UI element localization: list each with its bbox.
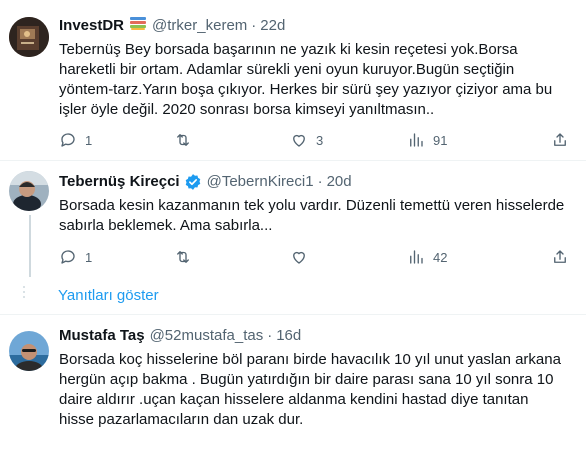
author-name[interactable]: Tebernüş Kireçci bbox=[59, 172, 180, 192]
author-name[interactable]: InvestDR bbox=[59, 16, 124, 36]
like-count: 3 bbox=[316, 132, 324, 148]
like-button[interactable] bbox=[290, 247, 316, 267]
share-icon bbox=[554, 250, 566, 263]
text-line: daire aldırır .uçan kaçan hisselere alda… bbox=[59, 391, 529, 408]
share-button[interactable] bbox=[551, 130, 569, 150]
reply-icon bbox=[61, 133, 75, 147]
text-line: sabırla beklemek. Ama sabırla... bbox=[59, 217, 273, 234]
tweet-header: InvestDR @trker_kerem · 22d bbox=[59, 14, 285, 38]
tweet-header: Mustafa Taş @52mustafa_tas · 16d bbox=[59, 326, 301, 346]
like-button[interactable]: 3 bbox=[290, 130, 323, 150]
author-name[interactable]: Mustafa Taş bbox=[59, 326, 145, 346]
tweet-3[interactable]: Mustafa Taş @52mustafa_tas · 16d Borsada… bbox=[0, 315, 586, 476]
retweet-button[interactable] bbox=[174, 247, 200, 267]
tweet-text: Borsada kesin kazanmanın tek yolu vardır… bbox=[59, 196, 564, 236]
author-handle[interactable]: @trker_kerem bbox=[152, 16, 247, 36]
thread-continuation-dots bbox=[23, 286, 25, 298]
share-button[interactable] bbox=[551, 247, 569, 267]
tweet-time[interactable]: 22d bbox=[260, 16, 285, 36]
text-line: işler öyle değil. 2020 sonrası borsa kim… bbox=[59, 101, 435, 118]
reply-count: 1 bbox=[85, 249, 93, 265]
thread-line bbox=[29, 215, 31, 277]
text-line: Tebernüş Bey borsada başarının ne yazık … bbox=[59, 41, 518, 58]
tweet-text: Borsada koç hisselerine böl paranı birde… bbox=[59, 350, 561, 430]
text-line: hisse pazarlamacıların dan uzak dur. bbox=[59, 411, 304, 428]
reply-button[interactable]: 1 bbox=[59, 130, 92, 150]
views-button[interactable]: 42 bbox=[407, 247, 447, 267]
retweet-icon bbox=[177, 134, 189, 146]
author-handle[interactable]: @52mustafa_tas bbox=[150, 326, 264, 346]
tweet-text: Tebernüş Bey borsada başarının ne yazık … bbox=[59, 40, 552, 120]
tweet-header: Tebernüş Kireçci @TebernKireci1 · 20d bbox=[59, 172, 352, 192]
view-count: 42 bbox=[433, 249, 448, 265]
views-button[interactable]: 91 bbox=[407, 130, 447, 150]
dot-separator: · bbox=[317, 173, 323, 190]
avatar-mustafa[interactable] bbox=[9, 331, 49, 371]
text-line: hareketli bir ortam. Adamlar sürekli yen… bbox=[59, 61, 515, 78]
views-chart-icon bbox=[410, 133, 423, 147]
text-line: hergün açıp bakma . Bugün yatırdığın bir… bbox=[59, 371, 554, 388]
dot-separator: · bbox=[251, 17, 257, 34]
reply-icon bbox=[61, 250, 75, 264]
avatar-image bbox=[9, 331, 49, 371]
view-count: 91 bbox=[433, 132, 448, 148]
avatar-tebernus[interactable] bbox=[9, 171, 49, 211]
verified-badge-icon bbox=[184, 173, 202, 191]
text-line: Borsada koç hisselerine böl paranı birde… bbox=[59, 351, 561, 368]
text-line: Borsada kesin kazanmanın tek yolu vardır… bbox=[59, 197, 565, 214]
heart-icon bbox=[293, 134, 305, 147]
tweet-actions: 1 3 91 bbox=[59, 130, 569, 150]
share-icon bbox=[554, 133, 566, 146]
books-icon bbox=[129, 14, 147, 38]
retweet-button[interactable] bbox=[174, 130, 200, 150]
reply-button[interactable]: 1 bbox=[59, 247, 92, 267]
tweet-time[interactable]: 20d bbox=[327, 172, 352, 192]
author-handle[interactable]: @TebernKireci1 bbox=[207, 172, 314, 192]
dot-separator: · bbox=[267, 327, 273, 344]
avatar-image bbox=[9, 17, 49, 57]
tweet-2[interactable]: Tebernüş Kireçci @TebernKireci1 · 20d Bo… bbox=[0, 161, 586, 281]
tweet-time[interactable]: 16d bbox=[276, 326, 301, 346]
tweet-actions: 1 42 bbox=[59, 247, 569, 267]
views-chart-icon bbox=[410, 250, 423, 264]
avatar-image bbox=[9, 171, 49, 211]
tweet-1[interactable]: InvestDR @trker_kerem · 22d Tebernüş Bey… bbox=[0, 0, 586, 160]
retweet-icon bbox=[177, 251, 189, 263]
reply-count: 1 bbox=[85, 132, 93, 148]
text-line: yöntem-tarz.Yarın boşa çıkıyor. Herkes b… bbox=[59, 81, 553, 98]
show-replies-link[interactable]: Yanıtları göster bbox=[58, 287, 159, 304]
avatar-investdr[interactable] bbox=[9, 17, 49, 57]
heart-icon bbox=[293, 251, 305, 264]
